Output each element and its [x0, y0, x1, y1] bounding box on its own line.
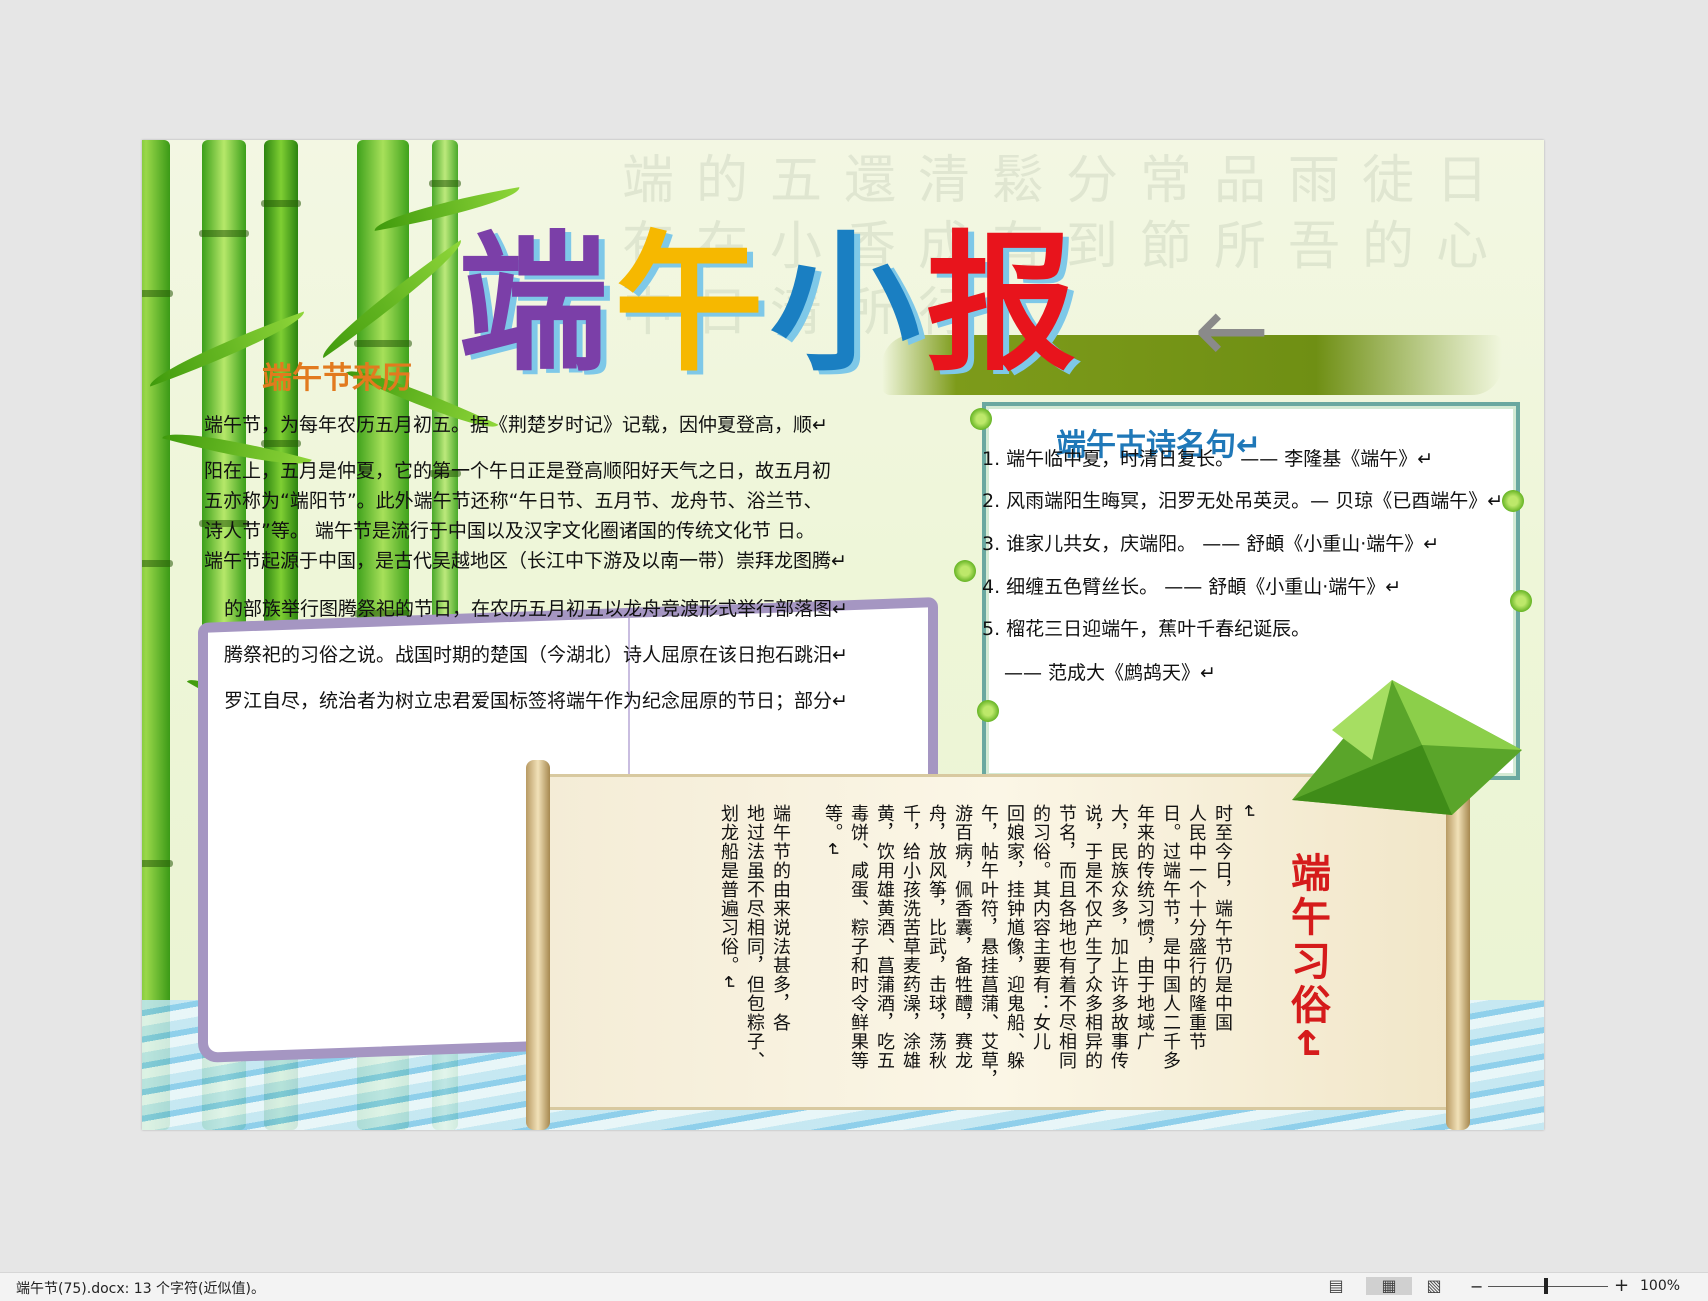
- poem-line: 2. 风雨端阳生晦冥，汨罗无处吊英灵。— 贝琼《已酉端午》↵: [982, 490, 1504, 512]
- zoom-in-button[interactable]: +: [1614, 1275, 1629, 1296]
- clover-icon: [970, 408, 992, 430]
- customs-heading: 端午习俗↵: [1284, 852, 1330, 1066]
- poem-line: 5. 榴花三日迎端午，蕉叶千春纪诞辰。: [982, 618, 1311, 640]
- customs-column: 回娘家，挂钟馗像，迎鬼船、躲: [1004, 804, 1025, 1070]
- arrow-left-icon: ←: [1194, 278, 1270, 383]
- origin-heading: 端午节来历: [262, 361, 412, 396]
- customs-column: 千，给小孩洗苦草麦药澡，涂雄: [900, 804, 921, 1070]
- customs-column: 端午节的由来说法甚多，各: [770, 804, 791, 1032]
- customs-column: 地过法虽不尽相同，但包粽子、: [744, 804, 765, 1070]
- print-layout-icon[interactable]: ▦: [1366, 1277, 1412, 1295]
- customs-column: 年来的传统习惯，由于地域广: [1134, 804, 1155, 1051]
- customs-column: 时至今日，端午节仍是中国: [1212, 804, 1233, 1032]
- title-char: 午: [614, 218, 771, 392]
- main-title: 端午小报: [458, 220, 1082, 390]
- customs-column: 节名，而且各地也有着不尽相同: [1056, 804, 1077, 1070]
- book-text-line: 的部族举行图腾祭祀的节日，在农历五月初五以龙舟竞渡形式举行部落图↵: [224, 598, 848, 620]
- origin-text-line: 端午节起源于中国，是古代吴越地区（长江中下游及以南一带）崇拜龙图腾↵: [204, 550, 847, 572]
- customs-column: 午，帖午叶符，悬挂菖蒲、艾草，: [978, 804, 999, 1089]
- customs-column: 日。过端午节，是中国人二千多: [1160, 804, 1181, 1070]
- read-mode-icon[interactable]: ▤: [1326, 1277, 1346, 1295]
- customs-column: 说，于是不仅产生了众多相异的: [1082, 804, 1103, 1070]
- web-layout-icon[interactable]: ▧: [1424, 1277, 1444, 1295]
- clover-icon: [1510, 590, 1532, 612]
- poem-line: 1. 端午临中夏，时清日复长。 —— 李隆基《端午》↵: [982, 448, 1434, 470]
- document-workspace: 端的五還清鬆分常品雨徒日有在小香成有到節所吾的心中日清所行 端午小报 ← 端午节…: [0, 0, 1708, 1272]
- origin-text-line: 诗人节”等。 端午节是流行于中国以及汉字文化圈诸国的传统文化节 日。: [204, 520, 815, 542]
- origin-text-line: 阳在上，五月是仲夏，它的第一个午日正是登高顺阳好天气之日，故五月初: [204, 460, 832, 482]
- customs-column: 舟，放风筝，比武，击球，荡秋: [926, 804, 947, 1070]
- customs-column: 划龙船是普遍习俗。↵: [718, 804, 739, 992]
- zoom-slider-thumb[interactable]: [1544, 1278, 1548, 1294]
- origin-text-line: 五亦称为“端阳节”。此外端午节还称“午日节、五月节、龙舟节、浴兰节、: [204, 490, 823, 512]
- customs-column: 人民中一个十分盛行的隆重节: [1186, 804, 1207, 1051]
- clover-icon: [954, 560, 976, 582]
- status-bar: 端午节(75).docx: 13 个字符(近似值)。 ▤ ▦ ▧ − + 100…: [0, 1272, 1708, 1301]
- title-char: 小: [770, 218, 927, 392]
- poem-line: 3. 谁家儿共女，庆端阳。 —— 舒頔《小重山·端午》↵: [982, 533, 1440, 555]
- zoom-level[interactable]: 100%: [1640, 1278, 1680, 1294]
- zoom-out-button[interactable]: −: [1470, 1277, 1483, 1296]
- title-char: 端: [458, 218, 615, 392]
- title-char: 报: [926, 218, 1083, 392]
- zongzi-illustration: [1292, 680, 1522, 815]
- poem-line: —— 范成大《鹧鸪天》↵: [1004, 662, 1216, 684]
- customs-column: 大，民族众多，加上许多故事传: [1108, 804, 1129, 1070]
- clover-icon: [977, 700, 999, 722]
- customs-column: 等。↵: [822, 804, 843, 859]
- clover-icon: [1502, 490, 1524, 512]
- customs-column: 毒饼、咸蛋、粽子和时令鲜果等: [848, 804, 869, 1070]
- scroll-rod: [526, 760, 550, 1130]
- customs-column: ↵: [1238, 804, 1259, 821]
- book-text-line: 罗江自尽，统治者为树立忠君爱国标签将端午作为纪念屈原的节日；部分↵: [224, 690, 848, 712]
- customs-column: 的习俗。其内容主要有：女儿: [1030, 804, 1051, 1051]
- origin-text-line: 端午节，为每年农历五月初五。据《荆楚岁时记》记载，因仲夏登高，顺↵: [204, 414, 828, 436]
- customs-column: 游百病，佩香囊，备牲醴，赛龙: [952, 804, 973, 1070]
- document-info[interactable]: 端午节(75).docx: 13 个字符(近似值)。: [16, 1278, 265, 1298]
- document-page[interactable]: 端的五還清鬆分常品雨徒日有在小香成有到節所吾的心中日清所行 端午小报 ← 端午节…: [142, 140, 1544, 1130]
- zoom-slider[interactable]: [1488, 1286, 1608, 1287]
- customs-column: 黄，饮用雄黄酒、菖蒲酒，吃五: [874, 804, 895, 1070]
- poem-line: 4. 细缠五色臂丝长。 —— 舒頔《小重山·端午》↵: [982, 576, 1402, 598]
- book-text-line: 腾祭祀的习俗之说。战国时期的楚国（今湖北）诗人屈原在该日抱石跳汨↵: [224, 644, 848, 666]
